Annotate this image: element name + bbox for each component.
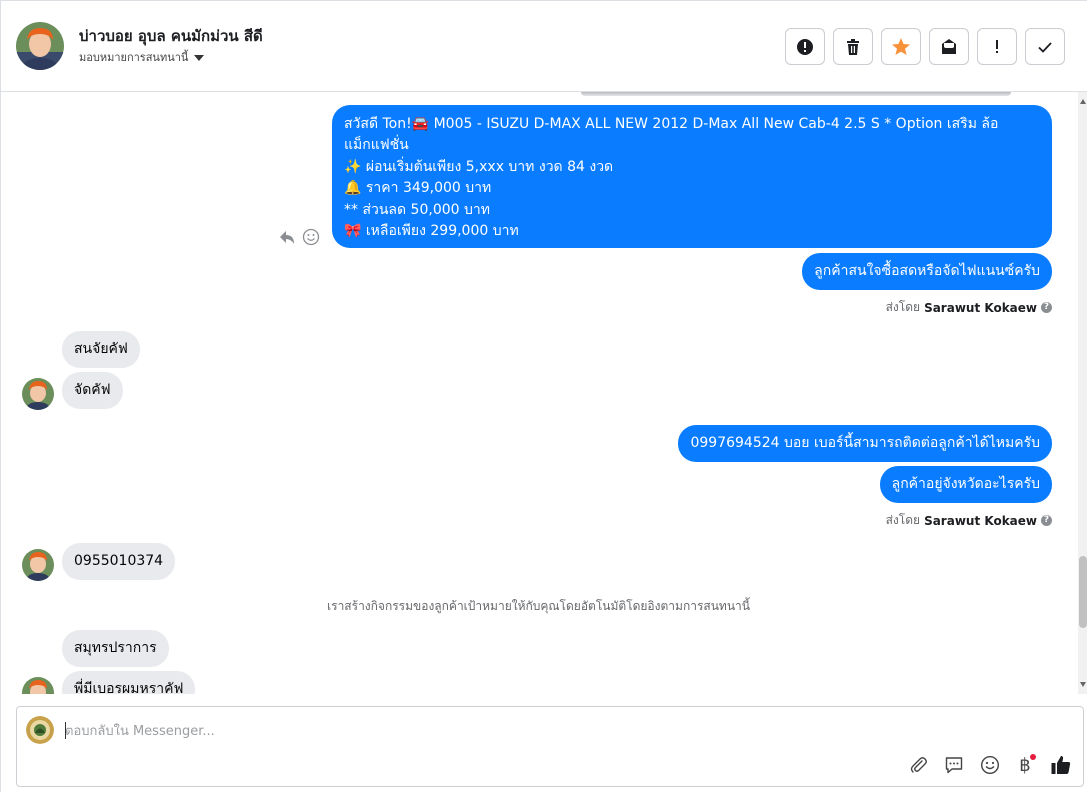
reply-composer: ฿ [16,706,1084,787]
saved-reply-button[interactable] [942,753,966,777]
conversation-panel: บ่าวบอย อุบล คนมักม่วน สีดี มอบหมายการสน… [0,0,1087,792]
sender-name: Sarawut Kokaew [924,513,1037,528]
message-thread[interactable]: สวัสดี Ton!🚘 M005 - ISUZU D-MAX ALL NEW … [1,92,1087,694]
check-icon [1038,41,1052,53]
sent-by-label: ส่งโดย Sarawut Kokaew ? [886,511,1052,530]
thumbs-up-icon [1051,756,1071,774]
sender-name: Sarawut Kokaew [924,300,1037,315]
thread-scrollbar[interactable] [1078,92,1087,694]
chevron-down-icon [194,54,205,61]
attach-file-button[interactable] [906,753,930,777]
contact-avatar-small [22,549,54,581]
trash-icon [847,38,859,55]
incoming-message[interactable]: 0955010374 [62,543,176,580]
outgoing-message[interactable]: ลูกค้าอยู่จังหวัดอะไรครับ [879,466,1052,503]
like-button[interactable] [1049,753,1073,777]
sent-by-prefix: ส่งโดย [885,513,921,527]
promo-line: ✨ ผ่อนเริ่มต้นเพียง 5,xxx บาท งวด 84 งวด [344,158,614,175]
help-icon[interactable]: ? [1041,302,1052,313]
promo-line: 🎀 เหลือเพียง 299,000 บาท [344,223,519,240]
contact-avatar-small [22,378,54,410]
sent-by-label: ส่งโดย Sarawut Kokaew ? [886,298,1052,317]
page-avatar [26,716,54,744]
emoji-button[interactable] [978,753,1002,777]
scroll-down-arrow[interactable] [1080,682,1086,687]
assign-label: มอบหมายการสนทนานี้ [79,51,189,64]
star-icon [892,37,910,55]
conversation-header: บ่าวบอย อุบล คนมักม่วน สีดี มอบหมายการสน… [1,1,1087,92]
incoming-message[interactable]: สนจัยคัฟ [62,331,140,368]
contact-avatar-small [22,677,54,694]
mark-spam-button[interactable] [785,28,825,65]
contact-avatar[interactable] [16,22,64,70]
notification-dot [1030,754,1036,760]
scroll-thumb[interactable] [1079,556,1087,628]
mark-unread-button[interactable] [929,28,969,65]
paperclip-icon [910,757,927,773]
exclamation-icon [996,39,998,53]
promo-line: 🔔 ราคา 349,000 บาท [344,180,492,197]
reply-icon[interactable] [278,228,296,246]
emoji-icon [980,755,1000,775]
promo-line: แม็กแฟชั่น [344,137,409,154]
saved-reply-icon [945,757,963,774]
outgoing-message-promo[interactable]: สวัสดี Ton!🚘 M005 - ISUZU D-MAX ALL NEW … [332,105,1052,248]
contact-name: บ่าวบอย อุบล คนมักม่วน สีดี [79,27,263,45]
sent-by-prefix: ส่งโดย [885,300,921,314]
alert-circle-icon [797,38,813,55]
incoming-message[interactable]: พี่มีเบอรผมหราคัฟ [62,671,196,694]
previous-image-attachment[interactable] [581,92,1011,96]
scroll-up-arrow[interactable] [1080,99,1086,104]
mark-done-button[interactable] [1025,28,1065,65]
incoming-message[interactable]: สมุทรปราการ [62,630,169,667]
delete-button[interactable] [833,28,873,65]
outgoing-message[interactable]: 0997694524 บอย เบอร์นี้สามารถติดต่อลูกค้… [678,425,1052,462]
promo-line: ** ส่วนลด 50,000 บาท [344,201,490,218]
react-emoji-icon[interactable] [302,228,320,246]
follow-up-button[interactable] [977,28,1017,65]
star-button[interactable] [881,28,921,65]
assign-conversation-dropdown[interactable]: มอบหมายการสนทนานี้ [79,48,205,66]
outgoing-message[interactable]: ลูกค้าสนใจซื้อสดหรือจัดไฟแนนซ์ครับ [802,253,1052,290]
system-note: เราสร้างกิจกรรมของลูกค้าเป้าหมายให้กับคุ… [327,599,750,613]
reply-input[interactable] [65,720,885,742]
incoming-message[interactable]: จัดคัฟ [62,372,123,409]
baht-icon: ฿ [1019,754,1031,776]
payment-button[interactable]: ฿ [1013,753,1037,777]
mail-icon [942,38,956,54]
promo-line: สวัสดี Ton!🚘 M005 - ISUZU D-MAX ALL NEW … [344,116,999,132]
text-cursor [65,722,66,739]
help-icon[interactable]: ? [1041,515,1052,526]
